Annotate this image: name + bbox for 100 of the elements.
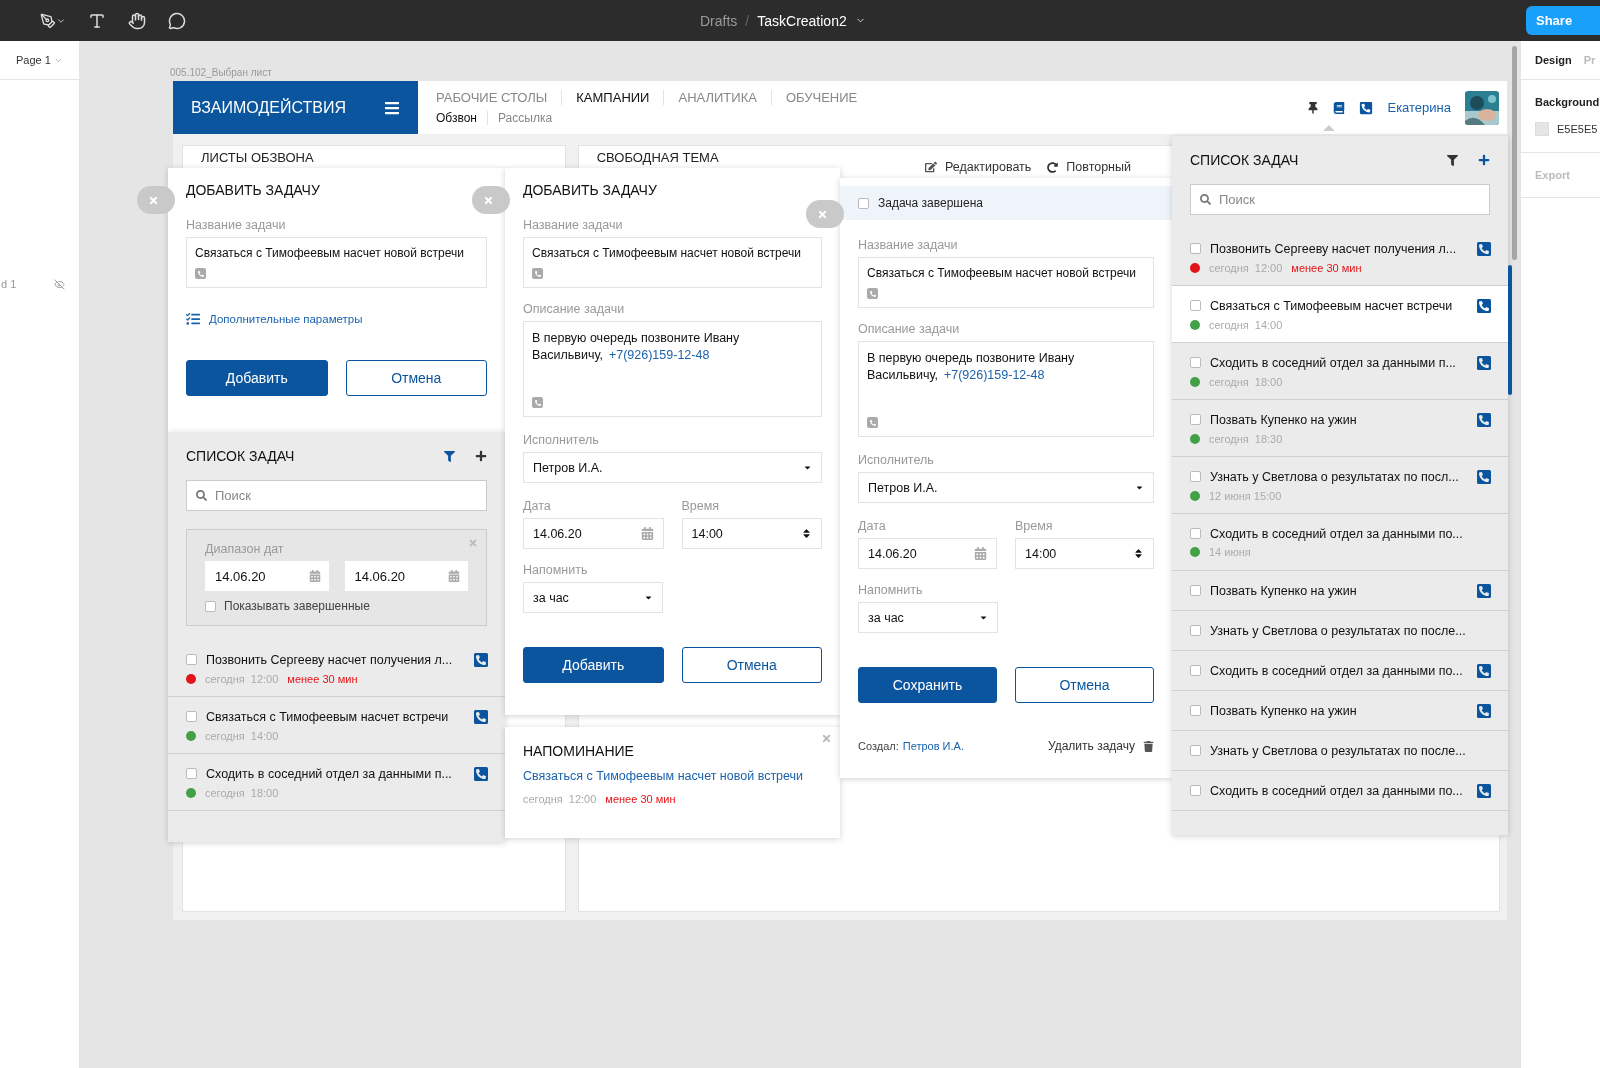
date-field[interactable]: 14.06.20: [344, 561, 468, 591]
date-field[interactable]: 14.06.20: [523, 518, 664, 549]
phone-icon[interactable]: [473, 708, 489, 725]
task-row[interactable]: Позвать Купенко на ужин: [1172, 571, 1508, 611]
sub-tab[interactable]: Рассылка: [487, 111, 563, 125]
eye-off-icon[interactable]: [54, 278, 65, 290]
checkbox[interactable]: [186, 711, 197, 722]
phone-icon[interactable]: [1476, 297, 1492, 314]
date-field[interactable]: 14.06.20: [205, 561, 329, 591]
task-row[interactable]: Узнать у Светлова о результатах по посл... 12 июня 15:00: [1172, 457, 1508, 514]
delete-button[interactable]: Удалить задачу: [1048, 739, 1154, 753]
checkbox[interactable]: [1190, 705, 1201, 716]
scrollbar[interactable]: [1508, 265, 1512, 395]
filter-icon[interactable]: [1447, 154, 1458, 166]
checkbox[interactable]: [1190, 625, 1201, 636]
nav-tab[interactable]: РАБОЧИЕ СТОЛЫ: [436, 90, 562, 105]
assignee-select[interactable]: Петров И.А.: [523, 452, 822, 483]
checkbox[interactable]: [1190, 414, 1201, 425]
task-row[interactable]: Позвонить Сергееву насчет получения л... сегодня 12:00 менее 30 мин: [168, 640, 505, 697]
text-area[interactable]: В первую очередь позвоните Ивану Васильвичу, +7(926)159-12-48: [858, 341, 1154, 437]
task-row[interactable]: Позвать Купенко на ужин: [1172, 691, 1508, 731]
phone-icon[interactable]: [1476, 782, 1492, 799]
comment-tool-icon[interactable]: [168, 11, 186, 30]
phone-icon[interactable]: [473, 765, 489, 782]
edit-action[interactable]: Редактировать: [924, 160, 1032, 174]
author-link[interactable]: Петров И.А.: [902, 740, 964, 752]
time-field[interactable]: 14:00: [681, 518, 822, 549]
scrollbar[interactable]: [1512, 46, 1517, 260]
checkbox[interactable]: [1190, 745, 1201, 756]
submit-button[interactable]: Сохранить: [858, 667, 997, 703]
close-icon[interactable]: [468, 538, 478, 548]
input-field[interactable]: Связаться с Тимофеевым насчет новой встречи: [186, 237, 487, 288]
task-row[interactable]: Сходить в соседний отдел за данными п... сегодня 18:00: [1172, 343, 1508, 400]
task-row[interactable]: Связаться с Тимофеевым насчет встречи сегодня 14:00: [1172, 286, 1508, 343]
add-icon[interactable]: [1478, 154, 1490, 166]
phone-icon[interactable]: [473, 651, 489, 668]
assignee-select[interactable]: Петров И.А.: [858, 472, 1154, 503]
time-field[interactable]: 14:00: [1015, 538, 1154, 569]
phone-icon[interactable]: [1476, 662, 1492, 679]
nav-tab[interactable]: ОБУЧЕНИЕ: [770, 90, 872, 105]
reminder-select[interactable]: за час: [858, 602, 998, 633]
phone-icon[interactable]: [1476, 702, 1492, 719]
checkbox[interactable]: [1190, 471, 1201, 482]
page-selector[interactable]: Page 1: [16, 54, 63, 66]
input-field[interactable]: Связаться с Тимофеевым насчет новой встречи: [858, 257, 1154, 308]
checkbox[interactable]: [1190, 665, 1201, 676]
phone-icon[interactable]: [1476, 468, 1492, 485]
phone-icon[interactable]: [1359, 100, 1374, 115]
hand-tool-icon[interactable]: [128, 11, 146, 30]
task-row[interactable]: Связаться с Тимофеевым насчет встречи сегодня 14:00: [168, 697, 505, 754]
checkbox[interactable]: [186, 654, 197, 665]
user-name[interactable]: Екатерина: [1387, 100, 1451, 115]
close-icon[interactable]: [821, 733, 832, 744]
submit-button[interactable]: Добавить: [186, 360, 328, 396]
menu-icon[interactable]: [384, 99, 400, 116]
submit-button[interactable]: Добавить: [523, 647, 664, 683]
text-area[interactable]: В первую очередь позвоните Ивану Васильвичу, +7(926)159-12-48: [523, 321, 822, 417]
task-row[interactable]: Узнать у Светлова о результатах по после...: [1172, 731, 1508, 771]
checkbox[interactable]: [1190, 243, 1201, 254]
filter-icon[interactable]: [444, 450, 455, 462]
more-options-link[interactable]: Дополнительные параметры: [186, 312, 487, 326]
input-field[interactable]: Связаться с Тимофеевым насчет новой встречи: [523, 237, 822, 288]
phone-link[interactable]: +7(926)159-12-48: [608, 348, 710, 362]
color-value[interactable]: E5E5E5: [1557, 123, 1598, 135]
checkbox[interactable]: [1190, 585, 1201, 596]
task-row[interactable]: Сходить в соседний отдел за данными по... 14 июня: [1172, 514, 1508, 571]
cancel-button[interactable]: Отмена: [345, 360, 487, 396]
cancel-button[interactable]: Отмена: [681, 647, 822, 683]
task-row[interactable]: Сходить в соседний отдел за данными п... сегодня 18:00: [168, 754, 505, 811]
task-row[interactable]: Узнать у Светлова о результатах по после...: [1172, 611, 1508, 651]
folder-link[interactable]: Drafts: [700, 12, 738, 29]
search-field[interactable]: Поиск: [186, 480, 487, 511]
date-field[interactable]: 14.06.20: [858, 538, 997, 569]
checkbox[interactable]: [1190, 785, 1201, 796]
phone-link[interactable]: +7(926)159-12-48: [943, 368, 1045, 382]
task-row[interactable]: Позвать Купенко на ужин сегодня 18:30: [1172, 400, 1508, 457]
reminder-select[interactable]: за час: [523, 582, 663, 613]
task-row[interactable]: Сходить в соседний отдел за данными по...: [1172, 651, 1508, 691]
cancel-button[interactable]: Отмена: [1015, 667, 1154, 703]
checkbox[interactable]: [1190, 300, 1201, 311]
close-button[interactable]: [137, 186, 175, 214]
add-icon[interactable]: [475, 450, 487, 462]
nav-tab[interactable]: АНАЛИТИКА: [663, 90, 771, 105]
phone-icon[interactable]: [1476, 354, 1492, 371]
color-swatch[interactable]: [1535, 122, 1549, 136]
checkbox[interactable]: [205, 600, 216, 612]
pin-icon[interactable]: [1307, 101, 1320, 114]
phone-icon[interactable]: [1476, 411, 1492, 428]
task-link[interactable]: Связаться с Тимофеевым насчет новой встречи: [523, 769, 822, 783]
panel-tab[interactable]: Design: [1535, 54, 1572, 66]
checkbox[interactable]: [186, 768, 197, 779]
search-field[interactable]: Поиск: [1190, 184, 1490, 215]
pen-tool-icon[interactable]: [40, 12, 66, 29]
text-tool-icon[interactable]: [88, 11, 106, 30]
checkbox[interactable]: [1190, 528, 1201, 539]
repeat-action[interactable]: Повторный: [1047, 160, 1131, 174]
phone-icon[interactable]: [1476, 240, 1492, 257]
nav-tab[interactable]: КАМПАНИИ: [561, 90, 664, 105]
phone-icon[interactable]: [1476, 582, 1492, 599]
checkbox[interactable]: [858, 197, 869, 209]
